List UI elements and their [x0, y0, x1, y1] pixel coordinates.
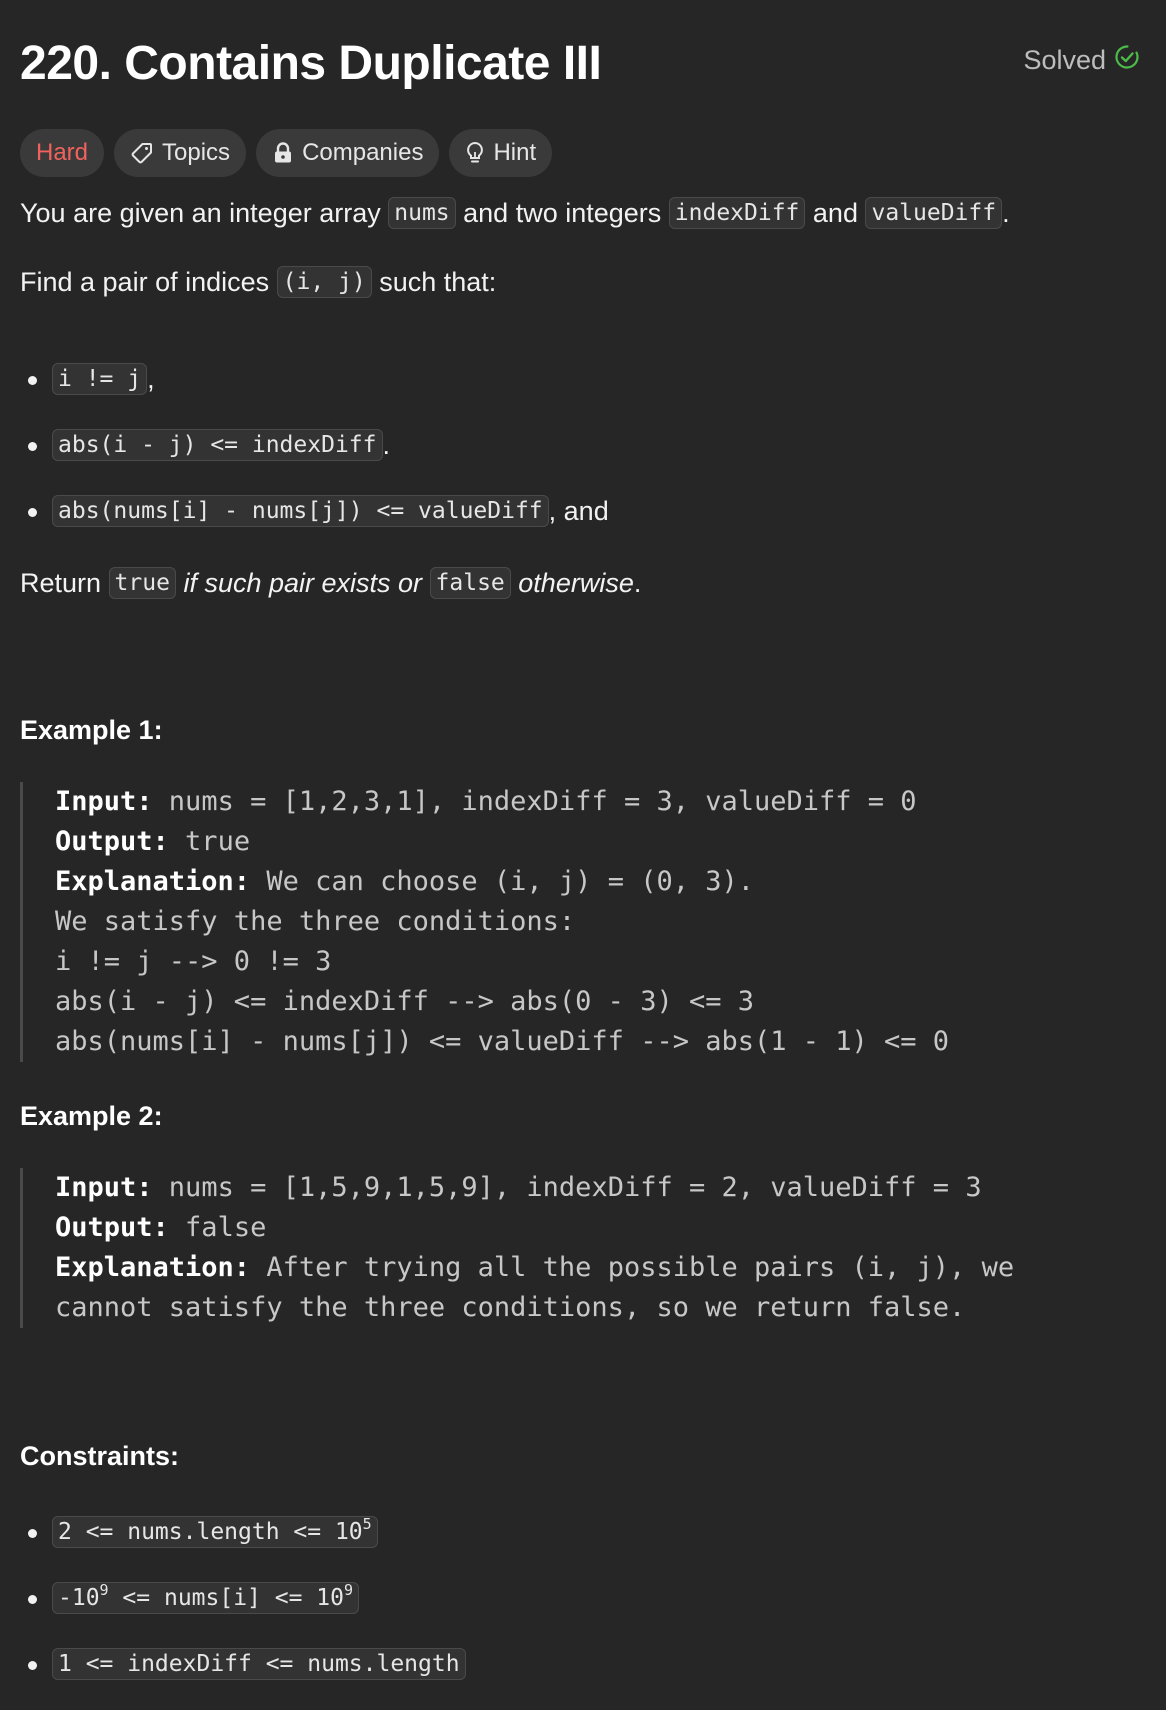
problem-title: 220. Contains Duplicate III — [20, 37, 602, 90]
return-text: . — [633, 568, 642, 598]
constraint-text: <= nums[i] <= 10 — [108, 1585, 344, 1611]
condition-suffix: . — [382, 430, 391, 460]
companies-label: Companies — [302, 139, 424, 166]
intro-text: and — [805, 198, 866, 228]
condition-code: i != j — [52, 363, 148, 395]
topics-label: Topics — [162, 139, 231, 166]
lock-icon — [272, 141, 294, 165]
input-label: Input: — [55, 786, 153, 817]
task-text: Find a pair of indices — [20, 267, 277, 297]
output-value: true — [168, 826, 251, 857]
constraint-text: -10 — [58, 1585, 100, 1611]
constraint-item: -109 <= nums[i] <= 109 — [20, 1578, 466, 1644]
inline-code-false: false — [429, 567, 511, 599]
constraint-code: -109 <= nums[i] <= 109 — [52, 1581, 360, 1614]
task-text: such that: — [371, 267, 497, 297]
constraint-exponent: 9 — [99, 1581, 109, 1599]
condition-item: abs(nums[i] - nums[j]) <= valueDiff, and — [20, 491, 609, 557]
constraint-exponent: 9 — [343, 1581, 354, 1599]
output-value: false — [168, 1212, 267, 1243]
inline-code-indexdiff: indexDiff — [668, 197, 806, 229]
intro-text: and two integers — [455, 198, 669, 228]
hint-button[interactable]: Hint — [449, 129, 553, 177]
constraint-item: 1 <= indexDiff <= nums.length — [20, 1644, 466, 1710]
hint-label: Hint — [493, 139, 537, 166]
output-label: Output: — [55, 826, 169, 857]
example-2-heading: Example 2: — [20, 1101, 163, 1131]
intro-text: . — [1002, 198, 1010, 228]
input-value: nums = [1,2,3,1], indexDiff = 3, valueDi… — [152, 786, 917, 817]
inline-code-nums: nums — [388, 197, 456, 229]
constraint-text: 2 <= nums.length <= 10 — [58, 1519, 363, 1545]
condition-item: abs(i - j) <= indexDiff. — [20, 425, 609, 491]
condition-suffix: , — [147, 364, 155, 394]
explanation-label: Explanation: — [55, 1252, 251, 1283]
topics-button[interactable]: Topics — [114, 129, 247, 177]
condition-item: i != j, — [20, 359, 609, 425]
constraint-item: 2 <= nums.length <= 105 — [20, 1512, 466, 1578]
example-2-block: Input: nums = [1,5,9,1,5,9], indexDiff =… — [20, 1168, 1014, 1328]
return-text-italic: otherwise — [510, 568, 634, 598]
explanation-label: Explanation: — [55, 866, 251, 897]
constraints-heading: Constraints: — [20, 1441, 180, 1471]
task-paragraph: Find a pair of indices (i, j) such that: — [20, 262, 496, 302]
return-paragraph: Return true if such pair exists or false… — [20, 563, 641, 603]
return-text: Return — [20, 568, 109, 598]
difficulty-badge: Hard — [20, 129, 105, 177]
constraints-list: 2 <= nums.length <= 105 -109 <= nums[i] … — [20, 1512, 466, 1710]
tag-icon — [130, 141, 154, 165]
intro-text: You are given an integer array — [20, 198, 389, 228]
inline-code-valuediff: valueDiff — [865, 197, 1003, 229]
inline-code-true: true — [108, 567, 176, 599]
constraint-exponent: 5 — [362, 1515, 372, 1533]
conditions-list: i != j, abs(i - j) <= indexDiff. abs(num… — [20, 359, 609, 557]
solved-status: Solved — [1023, 44, 1140, 77]
input-label: Input: — [55, 1172, 153, 1203]
return-text-italic: if such pair exists or — [175, 568, 430, 598]
condition-code: abs(i - j) <= indexDiff — [52, 429, 383, 461]
tag-bar: Hard Topics Companies Hint — [20, 129, 553, 177]
output-label: Output: — [55, 1212, 169, 1243]
example-1-block: Input: nums = [1,2,3,1], indexDiff = 3, … — [20, 782, 949, 1062]
constraint-text: 1 <= indexDiff <= nums.length — [58, 1651, 460, 1677]
inline-code-pair: (i, j) — [276, 266, 372, 298]
example-1-heading: Example 1: — [20, 715, 163, 745]
constraint-code: 1 <= indexDiff <= nums.length — [52, 1648, 466, 1680]
solved-label: Solved — [1023, 45, 1106, 75]
input-value: nums = [1,5,9,1,5,9], indexDiff = 2, val… — [152, 1172, 982, 1203]
intro-paragraph: You are given an integer array nums and … — [20, 193, 1010, 233]
condition-suffix: , and — [548, 496, 609, 526]
companies-button[interactable]: Companies — [256, 129, 440, 177]
difficulty-label: Hard — [36, 139, 89, 166]
condition-code: abs(nums[i] - nums[j]) <= valueDiff — [52, 495, 549, 527]
constraint-code: 2 <= nums.length <= 105 — [52, 1516, 378, 1548]
lightbulb-icon — [465, 141, 485, 165]
check-circle-icon — [1114, 44, 1140, 77]
